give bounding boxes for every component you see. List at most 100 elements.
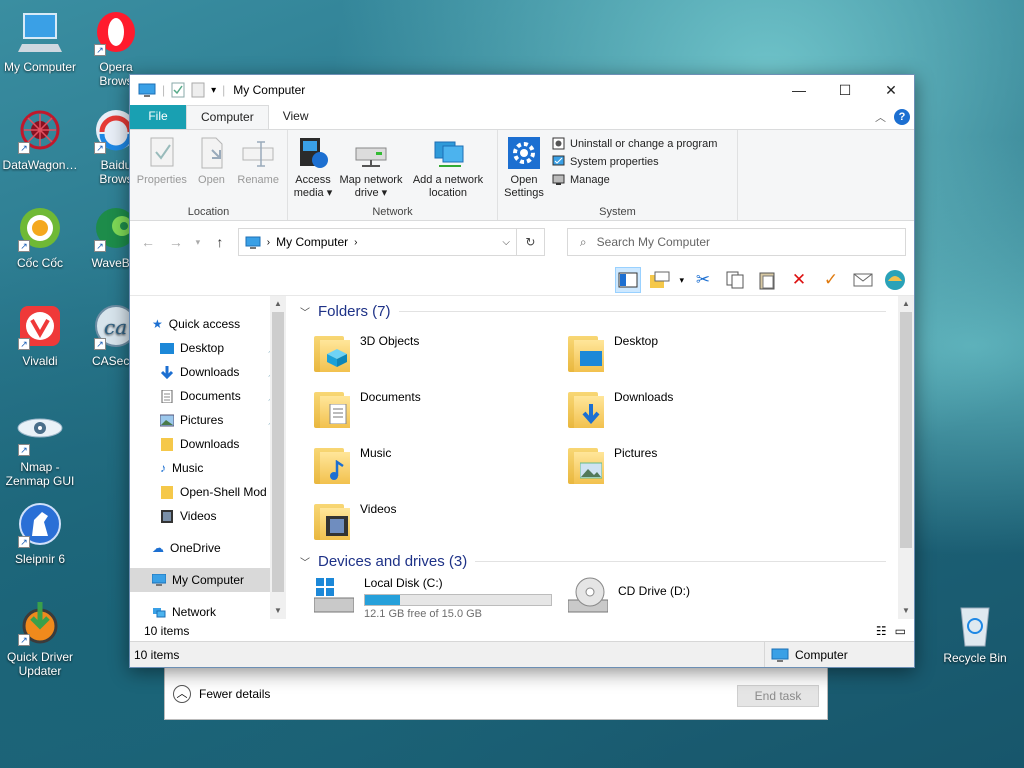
system-properties-button[interactable]: System properties bbox=[552, 155, 717, 168]
drive-item-d[interactable]: CD Drive (D:) bbox=[568, 576, 822, 619]
desktop-icon-recycle-bin[interactable]: Recycle Bin bbox=[940, 602, 1010, 665]
close-button[interactable]: ✕ bbox=[868, 75, 914, 105]
quick-access-toolbar: | ▾ | bbox=[138, 82, 225, 98]
maximize-button[interactable]: ☐ bbox=[822, 75, 868, 105]
desktop-icon-my-computer[interactable]: My Computer bbox=[0, 10, 80, 74]
folder-item-desktop[interactable]: Desktop bbox=[568, 326, 822, 382]
computer-icon bbox=[245, 236, 261, 249]
cloud-icon: ☁ bbox=[152, 541, 164, 555]
chevron-up-icon: ︿ bbox=[173, 685, 191, 703]
paste-icon[interactable] bbox=[754, 267, 780, 293]
desktop-icon-vivaldi[interactable]: ↗ Vivaldi bbox=[0, 304, 80, 368]
folder-icon bbox=[161, 437, 173, 451]
details-pane-icon[interactable] bbox=[647, 267, 673, 293]
minimize-button[interactable]: — bbox=[776, 75, 822, 105]
folder-item-music[interactable]: Music bbox=[314, 438, 568, 494]
recycle-bin-icon bbox=[960, 607, 990, 647]
tab-file[interactable]: File bbox=[130, 105, 186, 129]
task-manager-window: ︿ Fewer details End task bbox=[164, 664, 828, 720]
nav-music[interactable]: ♪ Music bbox=[130, 456, 286, 480]
nav-downloads-pinned[interactable]: Downloads 📌 bbox=[130, 360, 286, 384]
desktop-icon-nmap[interactable]: ↗ Nmap - Zenmap GUI bbox=[0, 410, 80, 488]
nav-desktop[interactable]: Desktop 📌 bbox=[130, 336, 286, 360]
navigation-pane-toggle-icon[interactable] bbox=[615, 267, 642, 293]
recent-locations-button[interactable]: ▾ bbox=[194, 237, 202, 248]
uninstall-program-button[interactable]: Uninstall or change a program bbox=[552, 137, 717, 150]
drive-item-c[interactable]: Local Disk (C:) 12.1 GB free of 15.0 GB bbox=[314, 576, 568, 619]
delete-icon[interactable]: ✕ bbox=[786, 267, 812, 293]
fewer-details-button[interactable]: ︿ Fewer details bbox=[173, 685, 270, 703]
new-folder-qa-icon[interactable] bbox=[191, 82, 205, 98]
email-icon[interactable] bbox=[850, 267, 876, 293]
properties-icon bbox=[145, 136, 179, 170]
nav-videos[interactable]: Videos bbox=[130, 504, 286, 528]
window-title: My Computer bbox=[233, 83, 306, 97]
nav-quick-access[interactable]: ★ Quick access bbox=[130, 312, 286, 336]
collapse-icon[interactable]: ﹀ bbox=[300, 554, 310, 569]
scroll-thumb[interactable] bbox=[272, 312, 284, 592]
cut-icon[interactable]: ✂ bbox=[690, 267, 716, 293]
end-task-button[interactable]: End task bbox=[737, 685, 819, 707]
star-icon: ★ bbox=[152, 317, 163, 331]
rename-icon bbox=[241, 136, 275, 170]
folder-item-pictures[interactable]: Pictures bbox=[568, 438, 822, 494]
music-folder-icon bbox=[314, 442, 350, 484]
desktop-icon-coccoc[interactable]: ↗ Cốc Cốc bbox=[0, 206, 80, 270]
tab-computer[interactable]: Computer bbox=[186, 105, 269, 129]
nav-my-computer[interactable]: My Computer bbox=[130, 568, 286, 592]
folder-item-3d-objects[interactable]: 3D Objects bbox=[314, 326, 568, 382]
forward-button[interactable]: → bbox=[166, 234, 186, 250]
customize-qa-icon[interactable]: ▾ bbox=[211, 85, 216, 96]
address-field[interactable]: › My Computer › ⌵ bbox=[237, 228, 517, 256]
nav-documents[interactable]: Documents 📌 bbox=[130, 384, 286, 408]
content-scrollbar[interactable]: ▲ ▼ bbox=[898, 296, 914, 619]
open-shell-settings-icon[interactable] bbox=[882, 267, 908, 293]
scroll-up-icon[interactable]: ▲ bbox=[898, 296, 914, 312]
up-button[interactable]: ↑ bbox=[210, 234, 230, 250]
ribbon-group-location: Properties Open Rename Location bbox=[130, 130, 288, 220]
scroll-thumb[interactable] bbox=[900, 312, 912, 548]
collapse-icon[interactable]: ﹀ bbox=[300, 304, 310, 319]
main-area: ★ Quick access Desktop 📌 Downloads 📌 Doc… bbox=[130, 295, 914, 619]
nav-downloads-folder[interactable]: Downloads bbox=[130, 432, 286, 456]
desktop-icon-quick-driver-updater[interactable]: ↗ Quick Driver Updater bbox=[0, 600, 80, 678]
scroll-up-icon[interactable]: ▲ bbox=[270, 296, 286, 312]
scroll-down-icon[interactable]: ▼ bbox=[898, 603, 914, 619]
coccoc-icon: ↗ bbox=[16, 206, 64, 252]
download-icon bbox=[160, 365, 174, 379]
properties-check-icon[interactable]: ✓ bbox=[818, 267, 844, 293]
copy-icon[interactable] bbox=[722, 267, 748, 293]
quick-driver-icon: ↗ bbox=[16, 600, 64, 646]
folder-item-downloads[interactable]: Downloads bbox=[568, 382, 822, 438]
address-bar-row: ← → ▾ ↑ › My Computer › ⌵ ↻ ⌕ Search My … bbox=[130, 221, 914, 263]
large-icons-view-icon[interactable]: ▭ bbox=[895, 624, 906, 638]
folder-item-videos[interactable]: Videos bbox=[314, 494, 568, 550]
film-icon bbox=[161, 509, 173, 523]
tab-view[interactable]: View bbox=[269, 105, 323, 129]
scroll-down-icon[interactable]: ▼ bbox=[270, 603, 286, 619]
nav-onedrive[interactable]: ☁ OneDrive bbox=[130, 536, 286, 560]
nav-scrollbar[interactable]: ▲ ▼ bbox=[270, 296, 286, 619]
folder-item-documents[interactable]: Documents bbox=[314, 382, 568, 438]
manage-button[interactable]: Manage bbox=[552, 173, 717, 186]
desktop-icon-sleipnir[interactable]: ↗ Sleipnir 6 bbox=[0, 502, 80, 566]
back-button[interactable]: ← bbox=[138, 234, 158, 250]
collapse-ribbon-icon[interactable]: ︿ bbox=[875, 109, 886, 125]
file-list: ﹀ Folders (7) 3D Objects Desktop Documen… bbox=[286, 296, 914, 619]
search-input[interactable]: ⌕ Search My Computer bbox=[566, 228, 906, 256]
desktop-icon-datawagon[interactable]: ↗ DataWagon… bbox=[0, 108, 80, 172]
properties-qa-icon[interactable] bbox=[171, 82, 185, 98]
help-icon[interactable]: ? bbox=[894, 109, 910, 125]
devices-section-header[interactable]: ﹀ Devices and drives (3) bbox=[300, 546, 914, 576]
breadcrumb[interactable]: My Computer bbox=[276, 235, 348, 249]
datawagon-icon: ↗ bbox=[16, 108, 64, 154]
cd-drive-icon bbox=[568, 577, 608, 613]
folders-section-header[interactable]: ﹀ Folders (7) bbox=[300, 296, 914, 326]
nav-open-shell-mod[interactable]: Open-Shell Mod bbox=[130, 480, 286, 504]
address-dropdown-icon[interactable]: ⌵ bbox=[502, 237, 510, 248]
refresh-button[interactable]: ↻ bbox=[517, 228, 545, 256]
explorer-window: | ▾ | My Computer — ☐ ✕ File Computer Vi… bbox=[129, 74, 915, 668]
details-view-icon[interactable]: ☷ bbox=[876, 624, 887, 638]
dropdown-icon[interactable]: ▾ bbox=[679, 275, 684, 286]
nav-pictures[interactable]: Pictures 📌 bbox=[130, 408, 286, 432]
